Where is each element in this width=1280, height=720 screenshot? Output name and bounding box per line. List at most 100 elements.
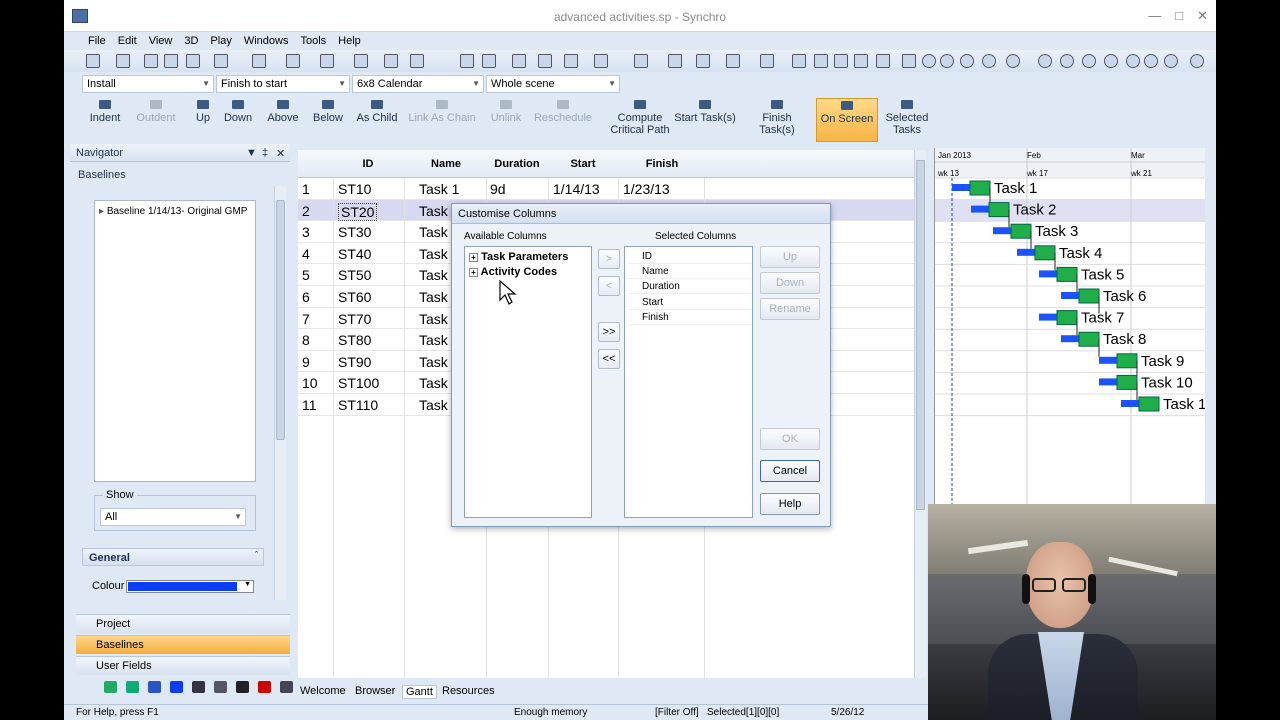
down-button[interactable]: Down	[760, 272, 820, 294]
col-name[interactable]: Name	[426, 158, 466, 170]
toolbar-tool-icon[interactable]	[876, 54, 890, 68]
toolbar-tool-icon[interactable]	[1006, 54, 1020, 68]
expand-icon[interactable]: ▸	[99, 206, 104, 217]
toolbar-tool-icon[interactable]	[1164, 54, 1178, 68]
nav-panel-baselines[interactable]: Baselines	[76, 635, 290, 654]
ribbon-down-button[interactable]: Down	[220, 98, 256, 142]
available-item-activity-codes[interactable]: + Activity Codes	[469, 266, 557, 278]
scenario-select[interactable]: Install ▼	[82, 75, 214, 93]
remove-all-button[interactable]: <<	[598, 349, 620, 369]
nav-panel-userfields[interactable]: User Fields	[76, 656, 290, 675]
cancel-button[interactable]: Cancel	[760, 460, 820, 482]
menu-play[interactable]: Play	[204, 34, 237, 48]
col-duration[interactable]: Duration	[492, 158, 542, 170]
grid-scrollbar[interactable]	[914, 150, 926, 678]
tab-gantt[interactable]: Gantt	[402, 685, 437, 699]
toolbar-tool-icon[interactable]	[286, 54, 300, 68]
col-finish[interactable]: Finish	[644, 158, 680, 170]
navigator-scrollbar[interactable]	[274, 186, 286, 600]
menu-view[interactable]: View	[143, 34, 179, 48]
menu-file[interactable]: File	[82, 34, 112, 48]
toolbar-tool-icon[interactable]	[760, 54, 774, 68]
ribbon-up-button[interactable]: Up	[188, 98, 218, 142]
scrollbar-thumb[interactable]	[276, 200, 285, 440]
toolbar-tool-icon[interactable]	[1060, 54, 1074, 68]
col-start[interactable]: Start	[568, 158, 598, 170]
tab-browser[interactable]: Browser	[355, 685, 395, 697]
menu-edit[interactable]: Edit	[112, 34, 143, 48]
ribbon-below-button[interactable]: Below	[308, 98, 348, 142]
pin-icon[interactable]: ‡	[262, 147, 268, 159]
toolbar-tool-icon[interactable]	[902, 54, 916, 68]
toolbar-tool-icon[interactable]	[186, 54, 200, 68]
nav-tool-icon[interactable]	[236, 681, 249, 693]
nav-tool-icon[interactable]	[192, 681, 205, 693]
toolbar-tool-icon[interactable]	[1144, 54, 1158, 68]
toolbar-tool-icon[interactable]	[854, 54, 868, 68]
toolbar-tool-icon[interactable]	[668, 54, 682, 68]
ribbon-reschedule-button[interactable]: Reschedule	[532, 98, 594, 142]
nav-tool-icon[interactable]	[280, 681, 293, 693]
selected-column-item[interactable]: Start	[628, 295, 752, 310]
collapse-icon[interactable]: ˆ	[255, 550, 258, 560]
show-select[interactable]: All ▼	[100, 508, 246, 526]
remove-column-button[interactable]: <	[598, 276, 620, 296]
toolbar-tool-icon[interactable]	[252, 54, 266, 68]
maximize-icon[interactable]: □	[1175, 8, 1183, 24]
help-button[interactable]: Help	[760, 493, 820, 515]
col-id[interactable]: ID	[358, 158, 378, 170]
selected-column-item[interactable]: Duration	[628, 279, 752, 295]
menu-3d[interactable]: 3D	[178, 34, 204, 48]
ribbon-unlink-button[interactable]: Unlink	[486, 98, 526, 142]
nav-panel-project[interactable]: Project	[76, 614, 290, 633]
toolbar-tool-icon[interactable]	[726, 54, 740, 68]
ribbon-as-child-button[interactable]: As Child	[354, 98, 400, 142]
table-row[interactable]: 1 ST10 Task 1 9d 1/14/13 1/23/13	[298, 178, 914, 200]
toolbar-tool-icon[interactable]	[460, 54, 474, 68]
toolbar-tool-icon[interactable]	[1104, 54, 1118, 68]
toolbar-tool-icon[interactable]	[922, 54, 936, 68]
colour-picker[interactable]: ▼	[126, 580, 254, 593]
toolbar-tool-icon[interactable]	[538, 54, 552, 68]
menu-tools[interactable]: Tools	[294, 34, 332, 48]
nav-tool-icon[interactable]	[104, 681, 117, 693]
link-type-select[interactable]: Finish to start ▼	[216, 75, 350, 93]
general-section[interactable]: General ˆ	[82, 548, 264, 566]
close-icon[interactable]: ✕	[276, 147, 285, 160]
up-button[interactable]: Up	[760, 246, 820, 268]
nav-tool-icon[interactable]	[148, 681, 161, 693]
toolbar-tool-icon[interactable]	[834, 54, 848, 68]
ok-button[interactable]: OK	[760, 428, 820, 450]
toolbar-tool-icon[interactable]	[144, 54, 158, 68]
close-icon[interactable]: ✕	[1197, 8, 1208, 24]
ribbon-outdent-button[interactable]: Outdent	[132, 98, 180, 142]
toolbar-tool-icon[interactable]	[512, 54, 526, 68]
ribbon-compute-critical-path-button[interactable]: Compute Critical Path	[600, 98, 680, 142]
nav-tool-icon[interactable]	[170, 681, 183, 693]
ribbon-selected-tasks-button[interactable]: Selected Tasks	[880, 98, 934, 142]
ribbon-above-button[interactable]: Above	[264, 98, 302, 142]
toolbar-tool-icon[interactable]	[792, 54, 806, 68]
selected-column-item[interactable]: ID	[628, 249, 752, 264]
toolbar-tool-icon[interactable]	[814, 54, 828, 68]
selected-column-item[interactable]: Finish	[628, 310, 752, 325]
toolbar-tool-icon[interactable]	[960, 54, 974, 68]
toolbar-tool-icon[interactable]	[116, 54, 130, 68]
toolbar-tool-icon[interactable]	[1038, 54, 1052, 68]
selected-columns-list[interactable]: ID Name Duration Start Finish	[624, 246, 753, 518]
scrollbar-thumb[interactable]	[916, 160, 925, 510]
selected-column-item[interactable]: Name	[628, 264, 752, 280]
toolbar-tool-icon[interactable]	[164, 54, 178, 68]
toolbar-tool-icon[interactable]	[1190, 54, 1204, 68]
available-columns-list[interactable]: + Task Parameters + Activity Codes	[464, 246, 592, 518]
toolbar-tool-icon[interactable]	[482, 54, 496, 68]
ribbon-finish-task-s-button[interactable]: Finish Task(s)	[744, 98, 810, 142]
nav-tool-icon[interactable]	[258, 681, 271, 693]
expand-icon[interactable]: +	[469, 268, 478, 277]
add-column-button[interactable]: >	[598, 249, 620, 269]
available-item-task-parameters[interactable]: + Task Parameters	[469, 251, 568, 263]
toolbar-tool-icon[interactable]	[940, 54, 954, 68]
dropdown-icon[interactable]: ▼	[246, 147, 257, 159]
toolbar-tool-icon[interactable]	[982, 54, 996, 68]
ribbon-start-task-s-button[interactable]: Start Task(s)	[674, 98, 736, 142]
